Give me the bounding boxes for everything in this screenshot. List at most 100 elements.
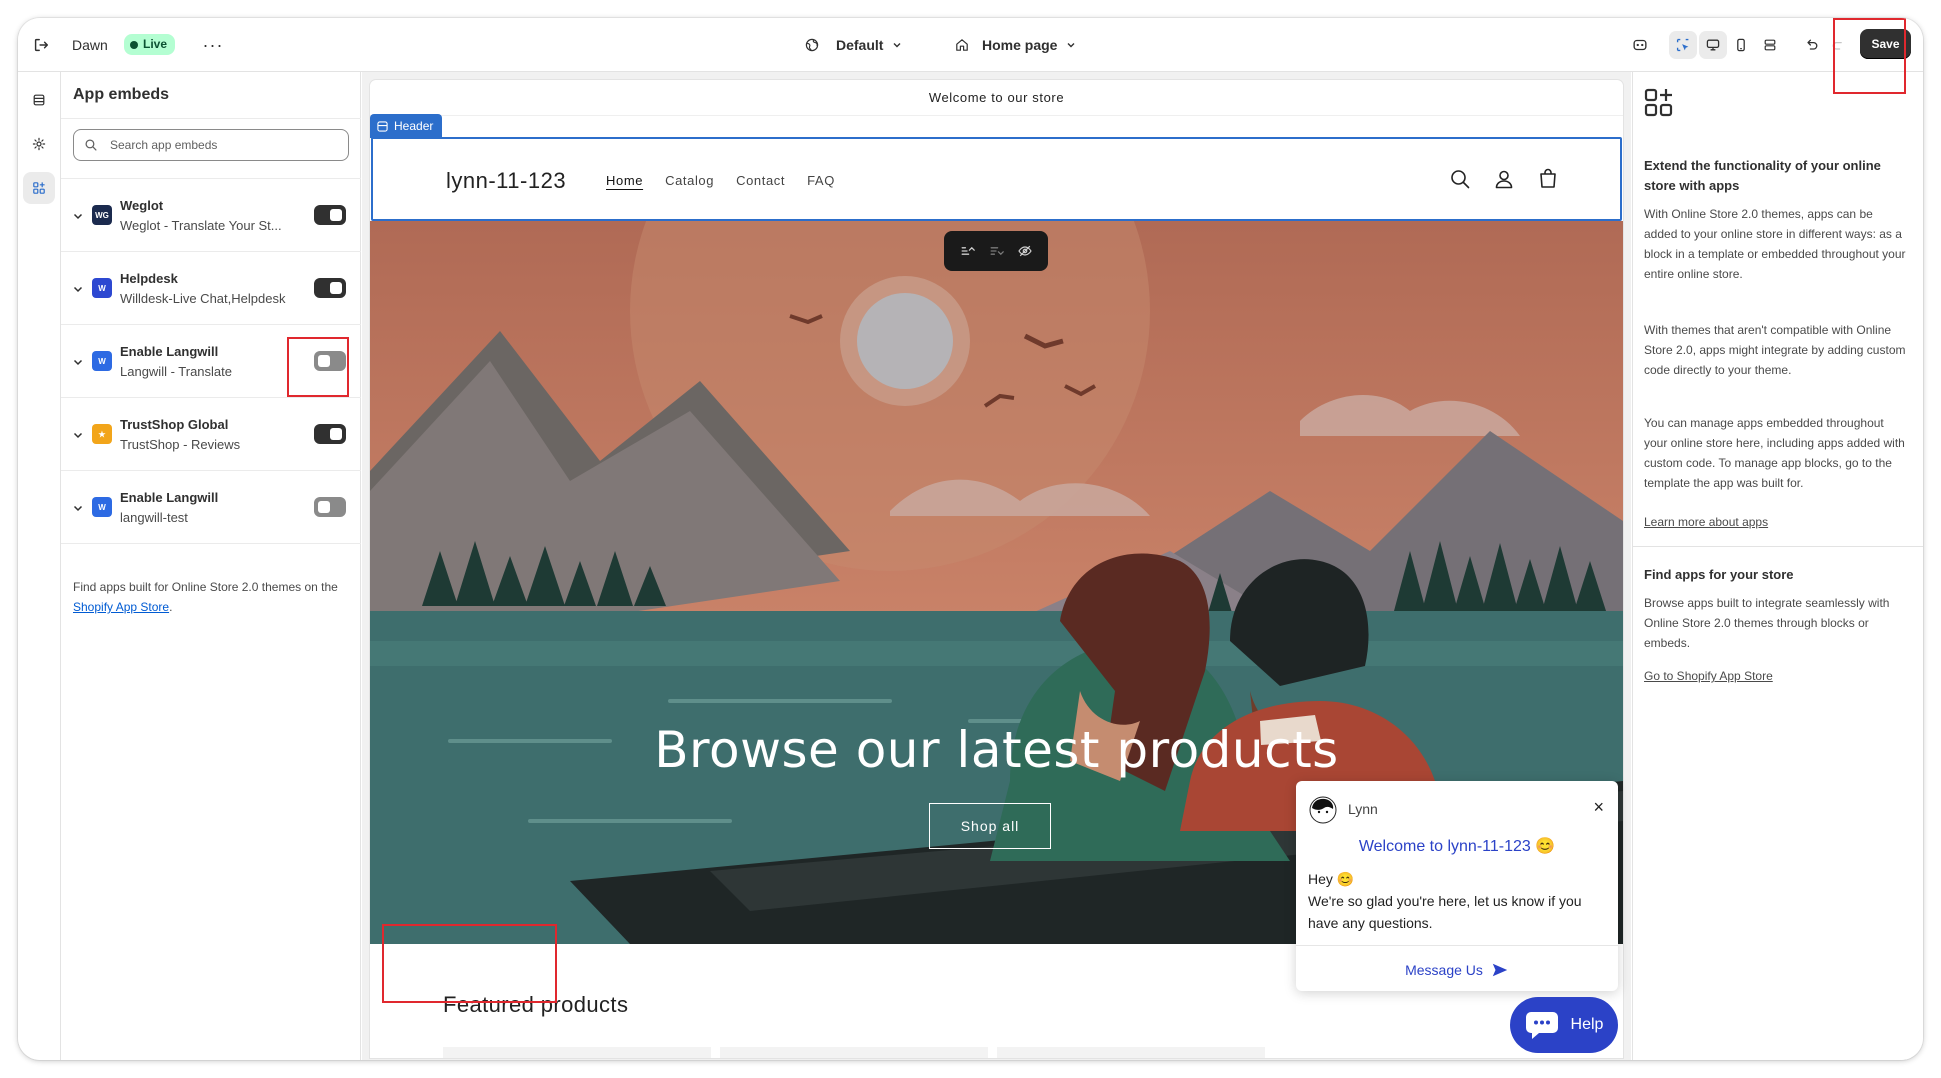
hide-icon[interactable] (1017, 243, 1033, 259)
move-down-icon[interactable] (988, 243, 1004, 259)
help-button[interactable]: Help (1510, 997, 1618, 1053)
embed-toggle[interactable] (314, 497, 346, 517)
hero-title: Browse our latest products (654, 721, 1339, 779)
more-actions-button[interactable]: ··· (198, 31, 228, 59)
chevron-down-icon (1067, 43, 1075, 48)
section-icon (377, 120, 388, 132)
info-paragraph: You can manage apps embedded throughout … (1644, 416, 1905, 490)
home-icon (956, 39, 968, 51)
embed-row[interactable]: ★ TrustShop Global TrustShop - Reviews (61, 398, 361, 471)
app-logo-icon: W (92, 351, 112, 371)
undo-icon[interactable] (1798, 31, 1826, 59)
toggle-knob (330, 282, 342, 294)
header-section-tag[interactable]: Header (370, 114, 443, 138)
divider (61, 118, 361, 119)
app-logo-icon: WG (92, 205, 112, 225)
inspector-icon[interactable] (1669, 31, 1697, 59)
embed-name: TrustShop Global (120, 417, 229, 432)
product-card[interactable] (443, 1047, 711, 1058)
header-section-label: Header (394, 119, 434, 133)
toggle-knob (330, 428, 342, 440)
template-selector[interactable]: Default (804, 18, 903, 72)
apps-icon (1644, 88, 1673, 117)
product-card[interactable] (720, 1047, 988, 1058)
nav-catalog[interactable]: Catalog (665, 173, 714, 188)
embed-row[interactable]: W Helpdesk Willdesk-Live Chat,Helpdesk (61, 252, 361, 325)
desktop-view-icon[interactable] (1699, 31, 1727, 59)
toggle-knob (330, 209, 342, 221)
info-paragraph: With themes that aren't compatible with … (1644, 323, 1906, 377)
chevron-down-icon[interactable] (71, 355, 85, 369)
learn-more-link[interactable]: Learn more about apps (1644, 512, 1906, 532)
app-embeds-icon[interactable] (23, 172, 55, 204)
theme-editor-window: Dawn Live ··· Default Home page Save App… (18, 18, 1923, 1060)
message-us-button[interactable]: Message Us (1296, 961, 1618, 979)
editor-rail (18, 72, 61, 1060)
embed-row[interactable]: WG Weglot Weglot - Translate Your St... (61, 179, 361, 252)
template-selector-label: Default (836, 37, 884, 53)
chevron-down-icon[interactable] (71, 209, 85, 223)
chevron-down-icon[interactable] (71, 428, 85, 442)
live-badge-label: Live (143, 37, 168, 51)
embed-name: Enable Langwill (120, 490, 219, 505)
cart-icon[interactable] (1536, 167, 1560, 191)
store-header[interactable]: lynn-11-123 Home Catalog Contact FAQ (371, 137, 1622, 221)
footer-text: Find apps built for Online Store 2.0 the… (73, 580, 338, 594)
move-up-icon[interactable] (959, 243, 975, 259)
nav-contact[interactable]: Contact (736, 173, 785, 188)
shop-all-button[interactable]: Shop all (929, 803, 1051, 849)
top-bar: Dawn Live ··· Default Home page Save (18, 18, 1923, 72)
account-icon[interactable] (1492, 167, 1516, 191)
embed-subtitle: Weglot - Translate Your St... (120, 218, 282, 233)
embed-subtitle: Langwill - Translate (120, 364, 232, 379)
nav-faq[interactable]: FAQ (807, 173, 835, 188)
live-dot-icon (130, 40, 138, 49)
info-paragraph: Browse apps built to integrate seamlessl… (1644, 596, 1890, 650)
search-placeholder: Search app embeds (110, 138, 218, 152)
shopify-app-store-link[interactable]: Shopify App Store (73, 600, 169, 614)
nav-home[interactable]: Home (606, 173, 643, 188)
search-icon[interactable] (1448, 167, 1472, 191)
app-logo-icon: ★ (92, 424, 112, 444)
page-selector[interactable]: Home page (954, 18, 1077, 72)
globe-icon (805, 38, 819, 52)
app-logo-icon: W (92, 278, 112, 298)
sections-icon[interactable] (23, 84, 55, 116)
embed-toggle[interactable] (314, 424, 346, 444)
theme-editor-settings-icon[interactable] (1626, 31, 1654, 59)
product-card[interactable] (997, 1047, 1265, 1058)
embed-subtitle: TrustShop - Reviews (120, 437, 241, 452)
chevron-down-icon[interactable] (71, 282, 85, 296)
mobile-view-icon[interactable] (1727, 31, 1755, 59)
store-logo[interactable]: lynn-11-123 (446, 168, 566, 194)
close-icon[interactable]: × (1593, 798, 1604, 816)
divider (1633, 546, 1923, 547)
embed-toggle[interactable] (314, 205, 346, 225)
find-apps-heading: Find apps for your store (1644, 567, 1794, 582)
embed-row[interactable]: W Enable Langwill langwill-test (61, 471, 361, 544)
settings-icon[interactable] (23, 128, 55, 160)
app-logo-icon: W (92, 497, 112, 517)
chevron-down-icon[interactable] (71, 501, 85, 515)
search-input[interactable]: Search app embeds (73, 129, 349, 161)
agent-avatar (1309, 796, 1337, 824)
info-panel: Extend the functionality of your online … (1632, 72, 1923, 1060)
toggle-knob (318, 501, 330, 513)
chat-widget: Lynn × Welcome to lynn-11-123 😊 Hey 😊 We… (1296, 781, 1618, 991)
embed-toggle[interactable] (314, 278, 346, 298)
send-icon (1492, 963, 1508, 977)
help-label: Help (1570, 1016, 1604, 1033)
embed-subtitle: langwill-test (120, 510, 188, 525)
info-paragraph: With Online Store 2.0 themes, apps can b… (1644, 207, 1906, 281)
full-screen-icon[interactable] (1756, 31, 1784, 59)
exit-icon[interactable] (24, 28, 58, 62)
live-badge: Live (124, 34, 176, 55)
highlight-featured (382, 924, 557, 1003)
go-to-app-store-link[interactable]: Go to Shopify App Store (1644, 666, 1906, 686)
footer-end: . (169, 600, 173, 614)
embed-name: Helpdesk (120, 271, 178, 286)
chat-greeting: Hey 😊 (1308, 871, 1355, 887)
embed-name: Enable Langwill (120, 344, 219, 359)
chat-bubble-icon (1525, 1012, 1558, 1039)
announcement-bar[interactable]: Welcome to our store (370, 80, 1623, 116)
